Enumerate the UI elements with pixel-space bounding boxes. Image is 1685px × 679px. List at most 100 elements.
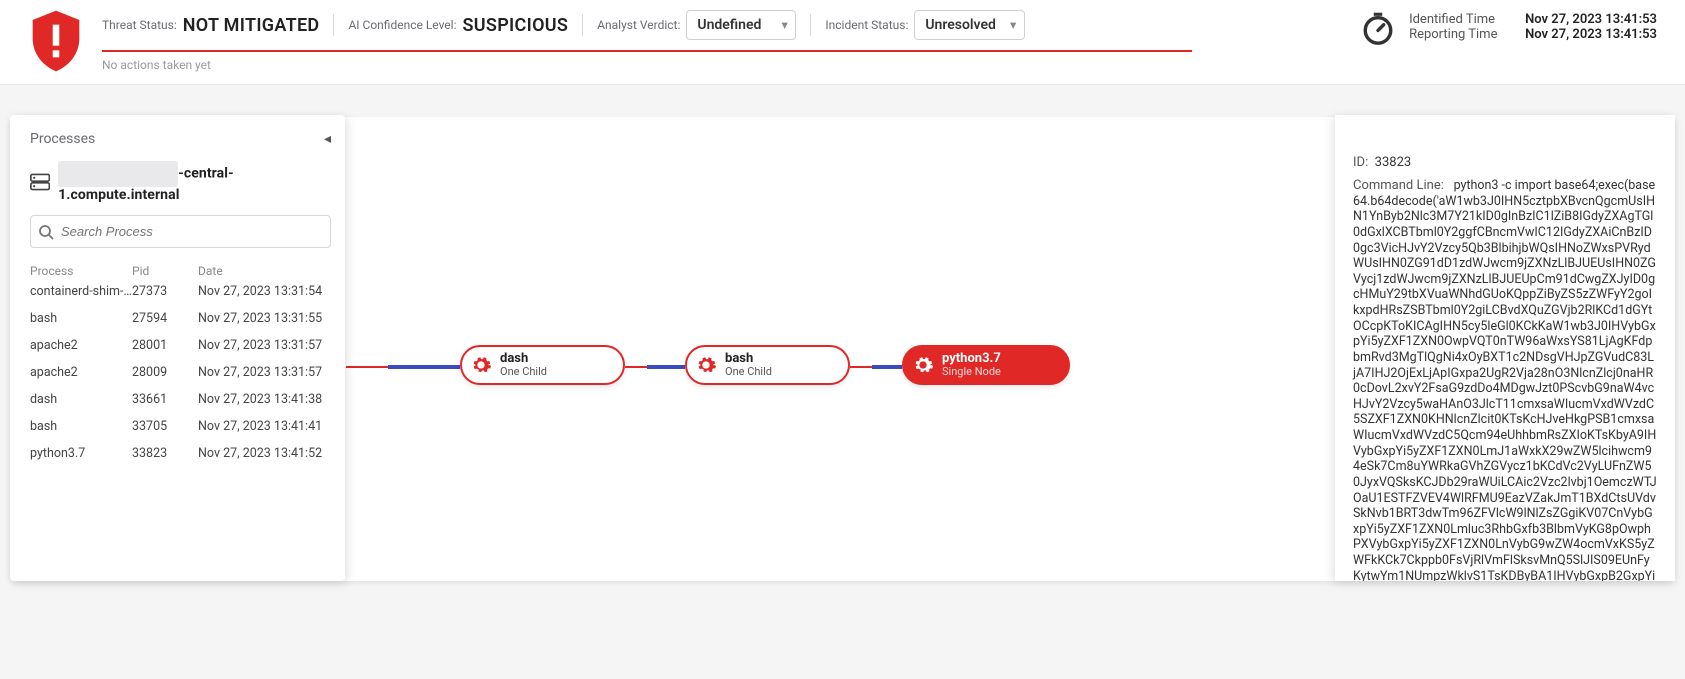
analyst-verdict-label: Analyst Verdict: xyxy=(597,18,680,32)
incident-status-select[interactable]: Unresolved ▾ xyxy=(914,10,1025,40)
process-row[interactable]: dash33661Nov 27, 2023 13:41:38 xyxy=(30,386,331,413)
graph-edge xyxy=(872,365,902,369)
cell-date: Nov 27, 2023 13:41:52 xyxy=(198,446,331,461)
cell-pid: 28009 xyxy=(132,365,198,380)
analyst-verdict-select[interactable]: Undefined ▾ xyxy=(686,10,796,40)
chevron-down-icon: ▾ xyxy=(782,19,788,32)
incident-status-label: Incident Status: xyxy=(825,18,908,32)
threat-status-label: Threat Status: xyxy=(102,18,177,32)
gear-icon xyxy=(695,354,717,376)
stopwatch-icon xyxy=(1361,12,1395,46)
time-block: Identified Time Nov 27, 2023 13:41:53 Re… xyxy=(1409,12,1657,42)
threat-status-value: NOT MITIGATED xyxy=(183,15,320,36)
processes-title: Processes xyxy=(30,131,95,147)
cell-process: python3.7 xyxy=(30,446,132,461)
cell-pid: 33823 xyxy=(132,446,198,461)
graph-edge xyxy=(625,366,647,368)
cell-date: Nov 27, 2023 13:41:41 xyxy=(198,419,331,434)
detail-cmd: Command Line: python3 -c import base64;e… xyxy=(1353,178,1657,581)
header-main: Threat Status: NOT MITIGATED AI Confiden… xyxy=(102,10,1343,72)
col-pid: Pid xyxy=(132,264,198,278)
col-date: Date xyxy=(198,264,331,278)
graph-edge xyxy=(388,365,460,369)
col-process: Process xyxy=(30,264,132,278)
graph-edge xyxy=(647,365,685,369)
identified-time-label: Identified Time xyxy=(1409,12,1515,27)
cmd-label: Command Line: xyxy=(1353,178,1444,193)
cell-process: containerd-shim-… xyxy=(30,284,132,299)
graph-edge xyxy=(850,366,872,368)
cell-date: Nov 27, 2023 13:31:57 xyxy=(198,338,331,353)
process-table-body: containerd-shim-…27373Nov 27, 2023 13:31… xyxy=(30,278,331,467)
body: Export 62% dash One Child xyxy=(0,85,1685,621)
cell-date: Nov 27, 2023 13:31:57 xyxy=(198,365,331,380)
status-row: Threat Status: NOT MITIGATED AI Confiden… xyxy=(102,10,1343,40)
node-subtitle: One Child xyxy=(725,366,772,378)
process-graph-panel: Export 62% dash One Child xyxy=(10,117,1675,581)
node-title: python3.7 xyxy=(942,352,1001,366)
process-row[interactable]: python3.733823Nov 27, 2023 13:41:52 xyxy=(30,440,331,467)
cell-process: bash xyxy=(30,311,132,326)
id-value: 33823 xyxy=(1375,155,1412,170)
ai-confidence: AI Confidence Level: SUSPICIOUS xyxy=(348,15,568,36)
reporting-time-value: Nov 27, 2023 13:41:53 xyxy=(1525,27,1657,42)
cell-process: dash xyxy=(30,392,132,407)
cell-date: Nov 27, 2023 13:41:38 xyxy=(198,392,331,407)
redacted-segment xyxy=(58,161,178,187)
collapse-button[interactable]: ◂ xyxy=(324,131,331,147)
graph-node-dash[interactable]: dash One Child xyxy=(460,345,625,385)
incident-status-value: Unresolved xyxy=(925,17,996,33)
node-subtitle: Single Node xyxy=(942,366,1001,378)
divider xyxy=(333,14,334,36)
process-row[interactable]: containerd-shim-…27373Nov 27, 2023 13:31… xyxy=(30,278,331,305)
id-label: ID: xyxy=(1353,155,1368,170)
divider xyxy=(582,14,583,36)
cell-pid: 33661 xyxy=(132,392,198,407)
processes-panel: Processes ◂ -central-1.compute.internal xyxy=(10,115,345,581)
analyst-verdict: Analyst Verdict: Undefined ▾ xyxy=(597,10,796,40)
cell-process: bash xyxy=(30,419,132,434)
host-name: -central-1.compute.internal xyxy=(58,161,331,203)
server-icon xyxy=(30,173,50,191)
cell-date: Nov 27, 2023 13:31:55 xyxy=(198,311,331,326)
reporting-time-label: Reporting Time xyxy=(1409,27,1515,42)
process-row[interactable]: apache228001Nov 27, 2023 13:31:57 xyxy=(30,332,331,359)
cell-process: apache2 xyxy=(30,338,132,353)
header-times: Identified Time Nov 27, 2023 13:41:53 Re… xyxy=(1361,10,1657,46)
ai-confidence-label: AI Confidence Level: xyxy=(348,18,456,32)
incident-status: Incident Status: Unresolved ▾ xyxy=(825,10,1025,40)
detail-id: ID: 33823 xyxy=(1353,155,1657,170)
graph-node-bash[interactable]: bash One Child xyxy=(685,345,850,385)
cell-pid: 33705 xyxy=(132,419,198,434)
chevron-down-icon: ▾ xyxy=(1010,19,1016,32)
ai-confidence-value: SUSPICIOUS xyxy=(463,15,569,36)
incident-header: Threat Status: NOT MITIGATED AI Confiden… xyxy=(0,0,1685,85)
analyst-verdict-value: Undefined xyxy=(697,17,761,33)
threat-shield xyxy=(28,10,84,76)
actions-summary: No actions taken yet xyxy=(102,58,1343,72)
shield-alert-icon xyxy=(28,10,84,72)
search-icon xyxy=(38,224,54,240)
cell-date: Nov 27, 2023 13:31:54 xyxy=(198,284,331,299)
identified-time-value: Nov 27, 2023 13:41:53 xyxy=(1525,12,1657,27)
node-subtitle: One Child xyxy=(500,366,547,378)
search-wrap xyxy=(30,215,331,248)
process-row[interactable]: bash33705Nov 27, 2023 13:41:41 xyxy=(30,413,331,440)
cell-pid: 27373 xyxy=(132,284,198,299)
cell-pid: 28001 xyxy=(132,338,198,353)
cell-process: apache2 xyxy=(30,365,132,380)
node-title: bash xyxy=(725,352,772,366)
process-row[interactable]: bash27594Nov 27, 2023 13:31:55 xyxy=(30,305,331,332)
cell-pid: 27594 xyxy=(132,311,198,326)
process-table-header: Process Pid Date xyxy=(30,264,331,278)
divider xyxy=(810,14,811,36)
graph-node-python[interactable]: python3.7 Single Node xyxy=(902,345,1070,385)
node-details-panel: ID: 33823 Command Line: python3 -c impor… xyxy=(1335,115,1675,581)
host-row: -central-1.compute.internal xyxy=(30,161,331,203)
process-search-input[interactable] xyxy=(30,215,331,248)
process-row[interactable]: apache228009Nov 27, 2023 13:31:57 xyxy=(30,359,331,386)
gear-icon xyxy=(470,354,492,376)
graph-edge xyxy=(346,366,388,368)
accent-divider xyxy=(102,50,1192,52)
gear-icon xyxy=(912,354,934,376)
